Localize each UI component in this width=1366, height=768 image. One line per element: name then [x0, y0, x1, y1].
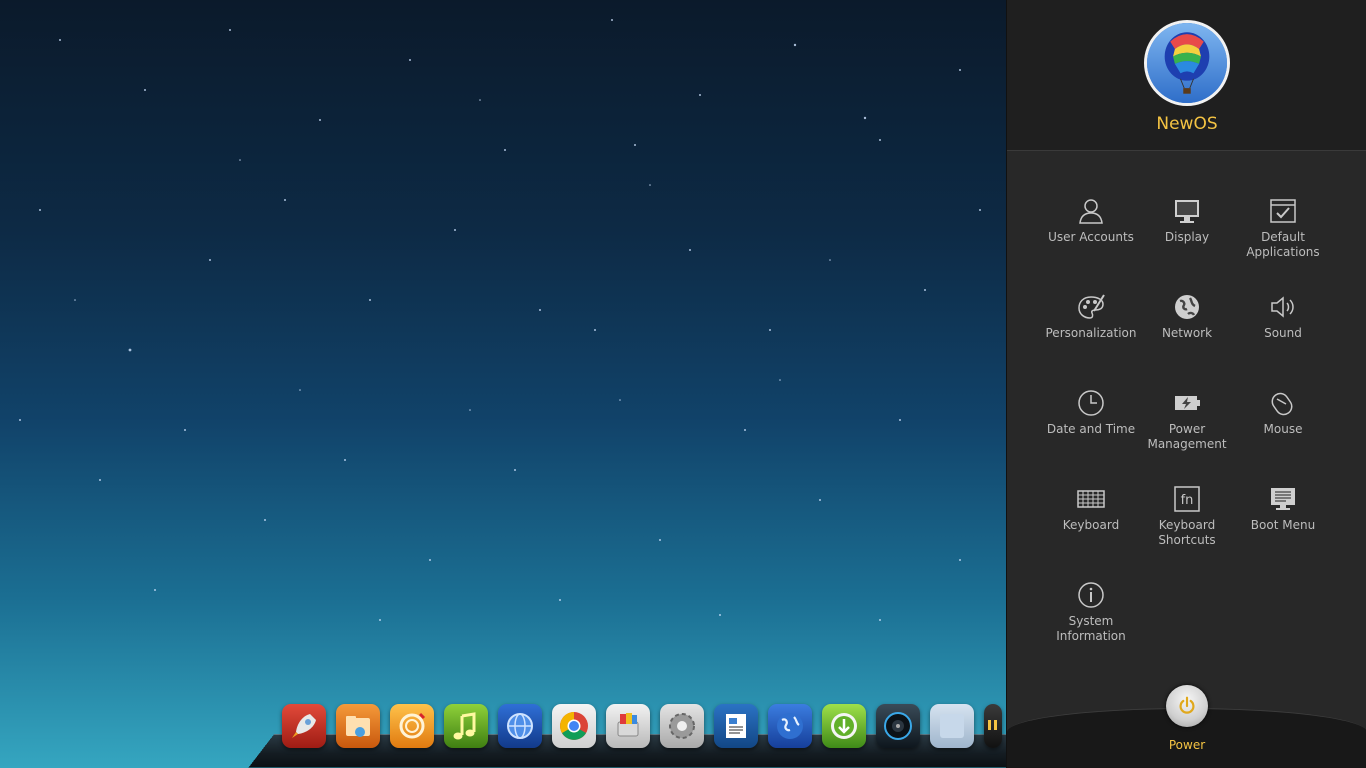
- dock-app-music[interactable]: [444, 704, 488, 748]
- rocket-icon: [292, 714, 316, 738]
- dock-app-blank[interactable]: [930, 704, 974, 748]
- info-icon: [1078, 582, 1104, 608]
- setting-label: System Information: [1056, 614, 1126, 643]
- svg-text:fn: fn: [1181, 493, 1194, 508]
- setting-label: Boot Menu: [1250, 518, 1316, 532]
- setting-label: Sound: [1264, 326, 1302, 340]
- speaker-icon: [1271, 296, 1294, 318]
- dock-app-settings[interactable]: [660, 704, 704, 748]
- setting-label: Personalization: [1045, 326, 1137, 340]
- setting-network[interactable]: Network: [1139, 292, 1235, 388]
- window-icon: [940, 714, 964, 738]
- setting-display[interactable]: Display: [1139, 196, 1235, 292]
- dock-app-downloader[interactable]: [822, 704, 866, 748]
- user-icon: [1079, 199, 1103, 224]
- music-note-icon: [453, 712, 476, 740]
- power-button[interactable]: [1166, 685, 1208, 727]
- dock-app-web[interactable]: [498, 704, 542, 748]
- setting-keyboard[interactable]: Keyboard: [1043, 484, 1139, 580]
- dock-app-clock[interactable]: [984, 704, 1002, 748]
- user-header: NewOS: [1007, 0, 1366, 151]
- power-icon: [1179, 696, 1195, 714]
- globe-icon: [507, 713, 533, 739]
- chrome-icon: [560, 712, 588, 740]
- setting-date-and-time[interactable]: Date and Time: [1043, 388, 1139, 484]
- fn-key-icon: fn: [1174, 486, 1200, 512]
- globe-icon: [1175, 295, 1199, 319]
- power-label: Power: [1168, 738, 1206, 752]
- setting-personalization[interactable]: Personalization: [1043, 292, 1139, 388]
- setting-boot-menu[interactable]: Boot Menu: [1235, 484, 1331, 580]
- document-icon: [726, 714, 746, 738]
- setting-mouse[interactable]: Mouse: [1235, 388, 1331, 484]
- setting-default-applications[interactable]: Default Applications: [1235, 196, 1331, 292]
- setting-label: Date and Time: [1046, 422, 1136, 436]
- dock-apps: [282, 704, 1002, 748]
- monitor-icon: [1175, 200, 1199, 223]
- dock-app-browser[interactable]: [390, 704, 434, 748]
- user-avatar[interactable]: [1144, 20, 1230, 106]
- gear-icon: [669, 713, 695, 739]
- dock: [248, 698, 1036, 768]
- mouse-icon: [1271, 392, 1293, 416]
- setting-keyboard-shortcuts[interactable]: fn Keyboard Shortcuts: [1139, 484, 1235, 580]
- setting-label: User Accounts: [1048, 230, 1134, 244]
- boot-menu-icon: [1271, 488, 1295, 510]
- swirl-icon: [399, 712, 426, 739]
- setting-label: Keyboard: [1062, 518, 1120, 532]
- hot-air-balloon-icon: [1147, 23, 1227, 103]
- disc-icon: [884, 712, 912, 740]
- dock-app-internet[interactable]: [768, 704, 812, 748]
- clock-app-icon: [988, 720, 997, 730]
- dock-app-software-center[interactable]: [606, 704, 650, 748]
- setting-label: Display: [1164, 230, 1210, 244]
- username: NewOS: [1156, 114, 1218, 134]
- setting-label: Network: [1161, 326, 1213, 340]
- setting-label: Power Management: [1147, 422, 1227, 451]
- battery-icon: [1175, 396, 1200, 410]
- dock-app-launcher[interactable]: [282, 704, 326, 748]
- keyboard-icon: [1077, 490, 1105, 508]
- box-icon: [617, 713, 639, 737]
- setting-power-management[interactable]: Power Management: [1139, 388, 1235, 484]
- settings-grid: User Accounts Display Default Applicatio…: [1043, 196, 1331, 676]
- starfield-wallpaper: [19, 19, 981, 621]
- dock-app-text-editor[interactable]: [714, 704, 758, 748]
- setting-label: Mouse: [1263, 422, 1303, 436]
- folder-icon: [346, 716, 370, 737]
- palette-icon: [1078, 294, 1105, 319]
- download-icon: [831, 713, 857, 739]
- default-apps-icon: [1270, 199, 1296, 223]
- control-center-panel: NewOS User Accounts Display Default Appl…: [1006, 0, 1366, 768]
- setting-sound[interactable]: Sound: [1235, 292, 1331, 388]
- dock-app-media-player[interactable]: [876, 704, 920, 748]
- setting-label: Keyboard Shortcuts: [1158, 518, 1216, 547]
- dock-app-file-manager[interactable]: [336, 704, 380, 748]
- earth-icon: [777, 713, 803, 739]
- setting-label: Default Applications: [1246, 230, 1320, 259]
- desktop[interactable]: [0, 0, 1006, 768]
- setting-system-information[interactable]: System Information: [1043, 580, 1139, 676]
- clock-icon: [1078, 390, 1104, 416]
- setting-user-accounts[interactable]: User Accounts: [1043, 196, 1139, 292]
- dock-app-chrome[interactable]: [552, 704, 596, 748]
